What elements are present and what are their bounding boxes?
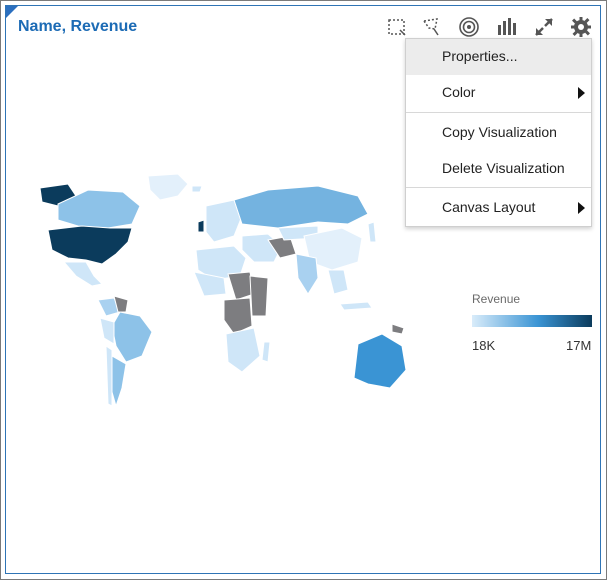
region-australia	[353, 333, 407, 389]
menu-item-properties[interactable]: Properties...	[406, 39, 591, 75]
target-icon[interactable]	[458, 16, 480, 38]
visualization-title: Name, Revenue	[18, 18, 138, 35]
region-brazil	[111, 311, 153, 363]
region-png	[391, 323, 405, 335]
menu-divider	[406, 187, 591, 188]
gear-icon[interactable]	[570, 16, 592, 38]
region-mexico	[62, 261, 104, 287]
region-east-africa	[249, 275, 269, 317]
window-frame: Name, Revenue Revenue 18K 17M Properties…	[0, 0, 607, 580]
world-choropleth-map[interactable]	[28, 166, 408, 416]
context-menu: Properties... Color Copy Visualization D…	[405, 38, 592, 227]
legend-title: Revenue	[472, 292, 521, 306]
submenu-arrow-icon	[578, 87, 585, 99]
region-chile	[105, 345, 113, 407]
legend-max-label: 17M	[566, 338, 592, 353]
menu-item-canvas-layout[interactable]: Canvas Layout	[406, 190, 591, 226]
submenu-arrow-icon	[578, 202, 585, 214]
legend-gradient-bar	[472, 315, 592, 327]
region-southeast-asia	[327, 269, 349, 295]
menu-item-label: Delete Visualization	[442, 160, 565, 176]
region-madagascar	[261, 341, 271, 363]
region-uk	[197, 219, 205, 233]
region-peru	[99, 317, 115, 345]
marquee-select-icon[interactable]	[386, 16, 408, 38]
menu-divider	[406, 112, 591, 113]
menu-item-label: Properties...	[442, 48, 518, 64]
region-india	[295, 253, 319, 295]
region-indonesia	[339, 301, 373, 311]
region-greenland	[147, 173, 189, 201]
region-japan	[367, 221, 377, 243]
region-usa	[47, 225, 133, 265]
expand-icon[interactable]	[533, 16, 555, 38]
region-southern-africa	[225, 327, 261, 373]
menu-item-label: Copy Visualization	[442, 124, 557, 140]
region-central-africa	[223, 297, 253, 335]
menu-item-label: Color	[442, 84, 476, 100]
menu-item-color[interactable]: Color	[406, 75, 591, 111]
region-argentina	[111, 355, 127, 408]
menu-item-delete-visualization[interactable]: Delete Visualization	[406, 151, 591, 187]
bar-chart-icon[interactable]	[495, 16, 517, 38]
menu-item-label: Canvas Layout	[442, 199, 536, 215]
region-russia	[233, 185, 369, 229]
menu-item-copy-visualization[interactable]: Copy Visualization	[406, 115, 591, 151]
selection-corner-marker	[6, 6, 18, 18]
lasso-select-icon[interactable]	[420, 16, 442, 38]
region-iceland	[191, 185, 203, 193]
legend-min-label: 18K	[472, 338, 496, 353]
